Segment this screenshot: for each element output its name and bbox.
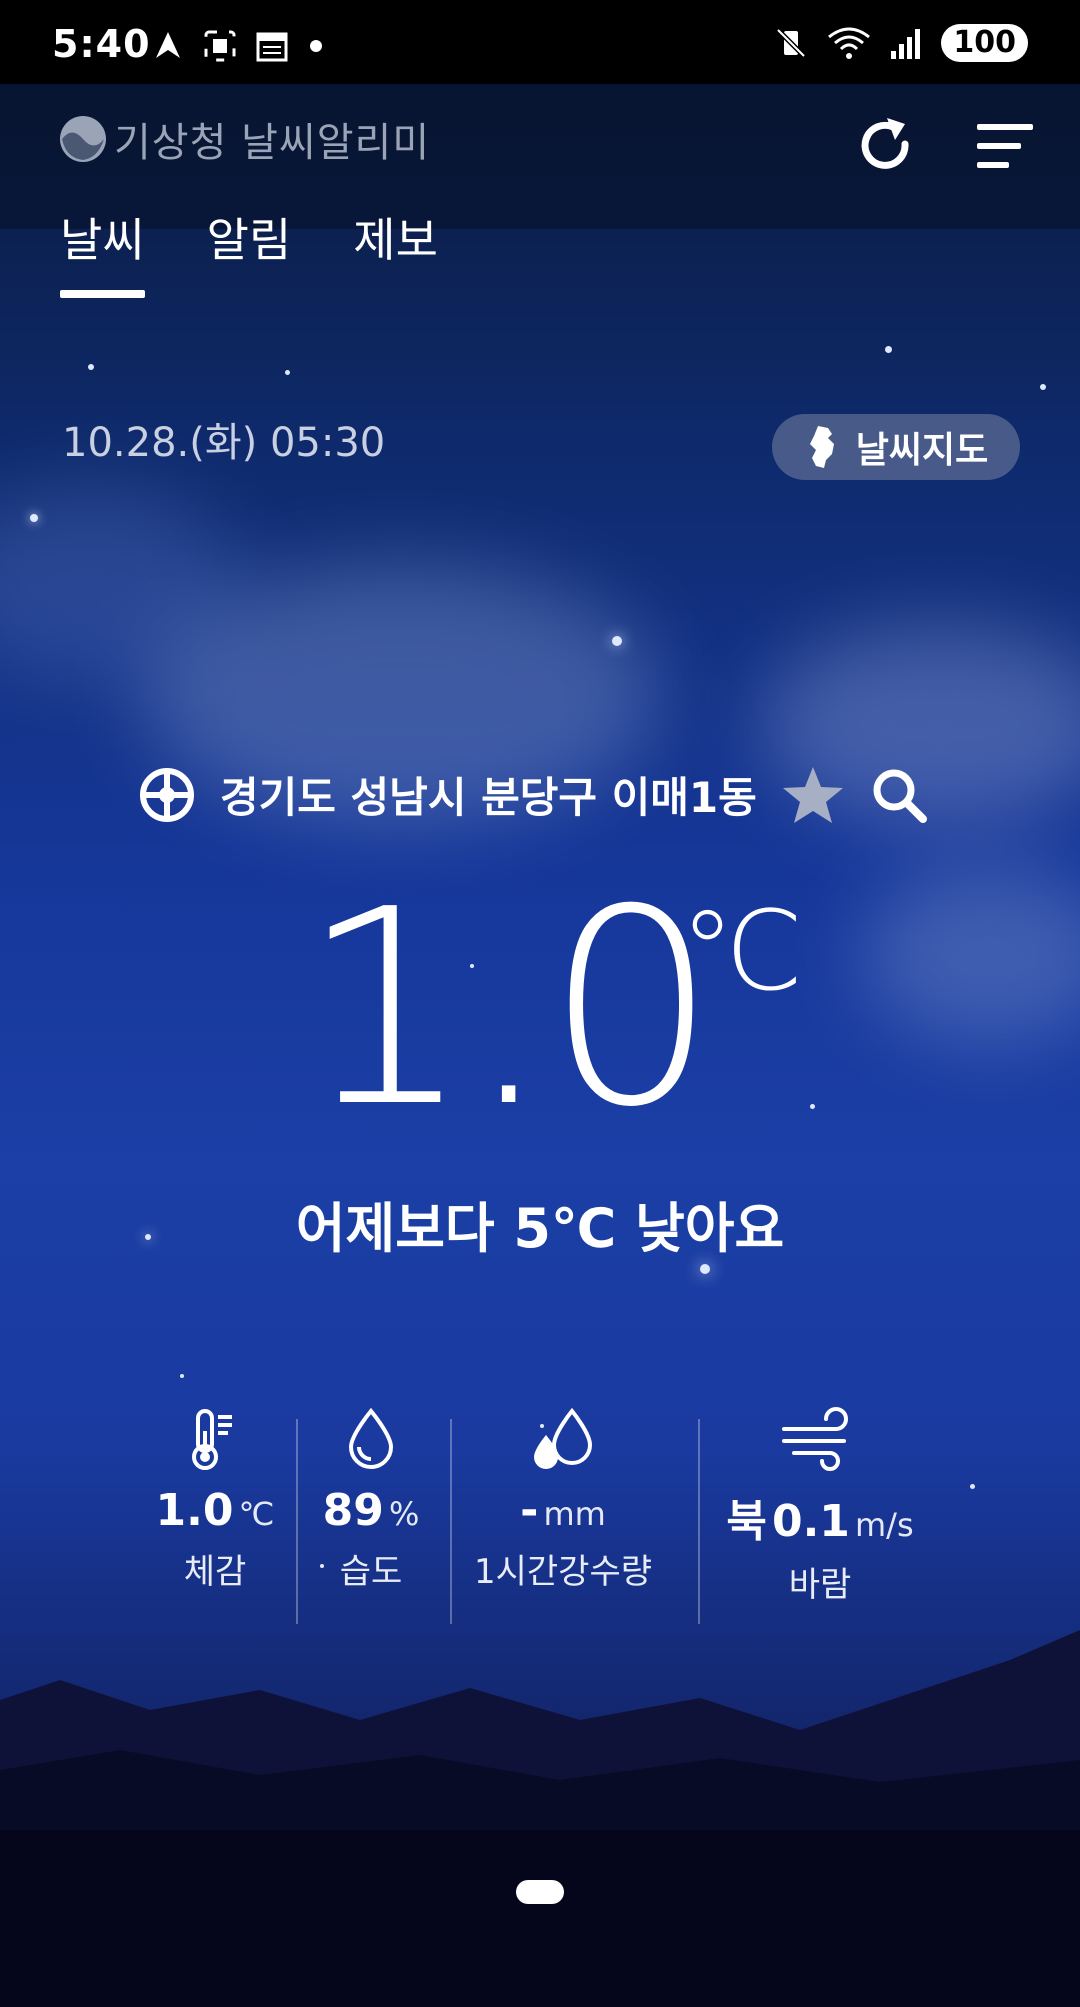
wind-label: 바람 — [788, 1565, 852, 1605]
mountain-silhouette — [0, 1630, 1080, 1830]
cloud-decoration — [860, 864, 1080, 1044]
precipitation-value: - — [520, 1485, 539, 1536]
wind-direction: 북 — [726, 1496, 767, 1547]
home-gesture-handle[interactable] — [516, 1880, 564, 1904]
battery-indicator: 100 — [941, 24, 1028, 62]
wind-icon — [782, 1407, 848, 1471]
weather-map-label: 날씨지도 — [855, 430, 989, 471]
kma-logo-icon — [60, 116, 106, 162]
feels-like-unit: ℃ — [238, 1495, 275, 1533]
precipitation-unit: mm — [543, 1495, 606, 1533]
star-decoration — [612, 636, 622, 646]
status-left-icons — [150, 28, 326, 64]
star-decoration — [30, 514, 38, 522]
metric-humidity: 89 % 습도 — [306, 1399, 436, 1593]
observation-datetime: 10.28.(화) 05:30 — [62, 420, 386, 466]
tab-alerts[interactable]: 알림 — [207, 204, 292, 298]
navigation-icon — [156, 32, 180, 58]
status-right-icons: 100 — [773, 24, 1028, 62]
wind-unit: m/s — [855, 1506, 914, 1544]
star-decoration — [285, 370, 290, 375]
metric-feels-like: 1.0 ℃ 체감 — [140, 1399, 290, 1593]
signal-icon — [891, 29, 921, 59]
favorite-star-icon[interactable] — [781, 765, 845, 825]
temperature-unit: ℃ — [680, 887, 804, 1015]
vibrate-mute-icon — [776, 28, 807, 58]
system-nav-bar — [0, 1830, 1080, 2007]
screenshot-icon — [204, 30, 236, 62]
korea-map-icon — [809, 426, 834, 468]
weather-metrics: 1.0 ℃ 체감 89 % 습도 - mm 1시간강수량 북 0.1 m/s 바… — [140, 1399, 940, 1624]
thermometer-icon — [192, 1409, 232, 1470]
notification-dot-icon — [310, 40, 322, 52]
main-tabs: 날씨 알림 제보 — [60, 204, 438, 298]
precipitation-label: 1시간강수량 — [473, 1552, 653, 1592]
metric-divider — [450, 1419, 452, 1624]
star-decoration — [180, 1374, 184, 1378]
metric-divider — [296, 1419, 298, 1624]
humidity-value: 89 — [322, 1485, 384, 1536]
star-decoration — [810, 1104, 815, 1109]
tab-weather[interactable]: 날씨 — [60, 204, 145, 298]
calendar-icon — [256, 32, 288, 62]
app-logo: 기상청 날씨알리미 — [58, 110, 430, 168]
star-decoration — [700, 1264, 710, 1274]
star-decoration — [1040, 384, 1046, 390]
current-temperature: 1.0 — [300, 851, 717, 1166]
star-decoration — [885, 346, 892, 353]
metric-divider — [698, 1419, 700, 1624]
search-icon[interactable] — [869, 765, 929, 825]
metric-wind: 북 0.1 m/s 바람 — [720, 1399, 920, 1606]
temperature-comparison: 어제보다 5℃ 낮아요 — [295, 1197, 785, 1260]
feels-like-value: 1.0 — [155, 1485, 234, 1536]
weather-screen: 기상청 날씨알리미 날씨 알림 제보 10.28.(화) 05:30 날씨지도 — [0, 84, 1080, 1830]
location-row: 경기도 성남시 분당구 이매1동 — [138, 764, 929, 825]
humidity-unit: % — [388, 1495, 420, 1533]
humidity-label: 습도 — [339, 1552, 403, 1592]
humidity-drop-icon — [348, 1407, 394, 1469]
menu-button[interactable] — [965, 106, 1045, 186]
star-decoration — [88, 364, 94, 370]
metric-precipitation: - mm 1시간강수량 — [458, 1399, 668, 1593]
tab-report[interactable]: 제보 — [353, 204, 438, 298]
app-title: 기상청 날씨알리미 — [114, 120, 431, 166]
location-name[interactable]: 경기도 성남시 분당구 이매1동 — [220, 764, 757, 825]
weather-map-button[interactable]: 날씨지도 — [772, 414, 1020, 480]
refresh-button[interactable] — [845, 106, 925, 186]
status-time: 5:40 — [52, 22, 151, 66]
star-decoration — [970, 1484, 975, 1489]
wifi-icon — [828, 27, 871, 59]
current-location-icon[interactable] — [138, 766, 196, 824]
menu-icon — [977, 124, 1033, 168]
feels-like-label: 체감 — [183, 1552, 247, 1592]
refresh-icon — [861, 118, 909, 169]
wind-value: 0.1 — [771, 1496, 850, 1547]
rain-drops-icon — [534, 1407, 593, 1469]
status-bar: 5:40 100 — [0, 0, 1080, 84]
